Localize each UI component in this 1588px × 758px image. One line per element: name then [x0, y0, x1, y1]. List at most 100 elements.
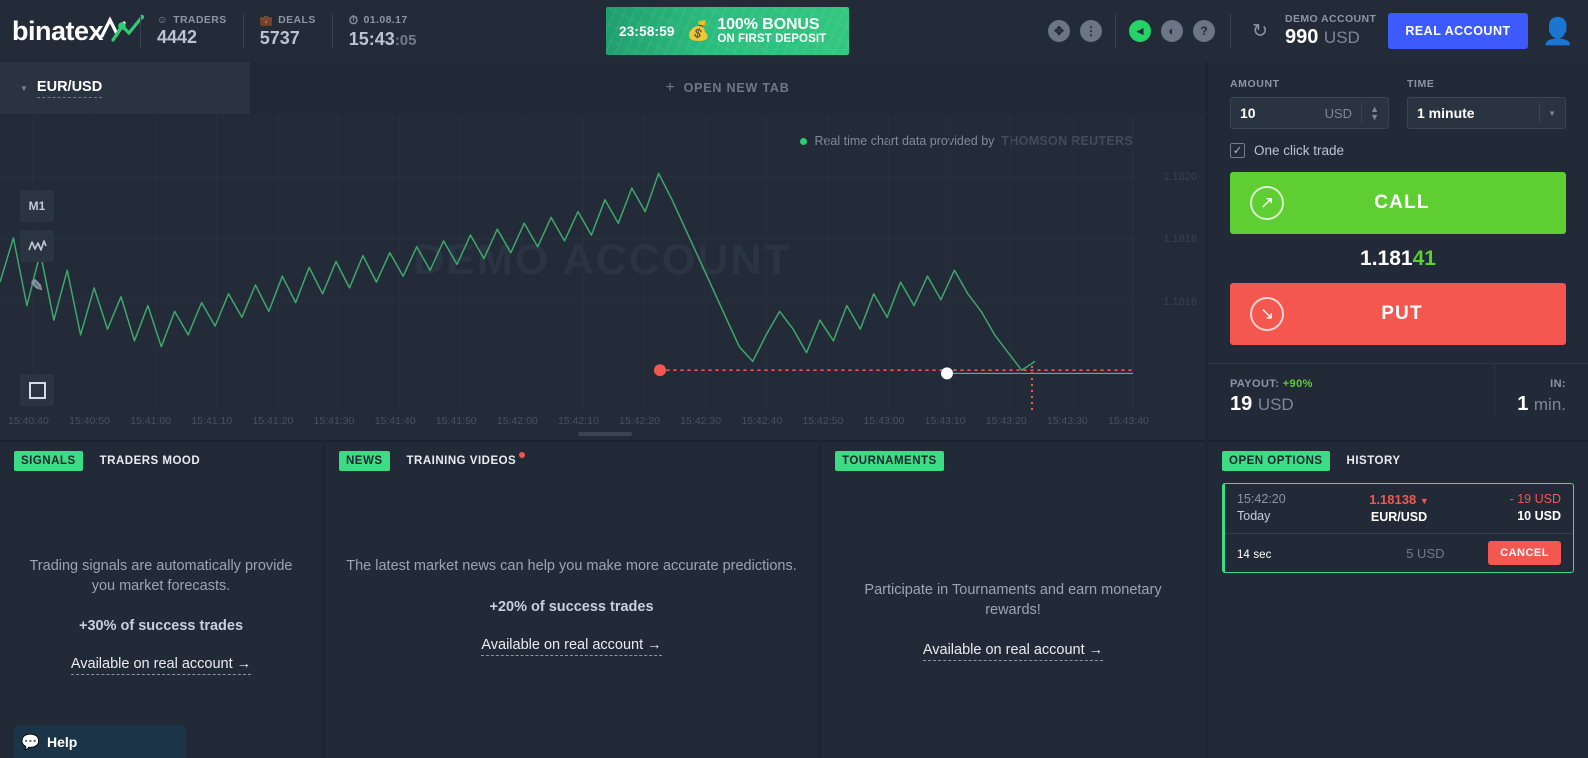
news-panel: NEWS TRAINING VIDEOS The latest market n… [325, 440, 818, 758]
open-new-tab-button[interactable]: + OPEN NEW TAB [250, 62, 1205, 114]
call-label: CALL [1374, 192, 1430, 213]
option-pnl: - 19 USD [1509, 492, 1561, 506]
tab-training-videos[interactable]: TRAINING VIDEOS [400, 451, 526, 471]
help-question-icon[interactable]: ? [1192, 20, 1215, 42]
payout-label: PAYOUT: [1230, 378, 1280, 390]
chart-horizontal-scrollbar[interactable] [578, 432, 632, 436]
x-axis-tick: 15:43:40 [1108, 415, 1149, 427]
amount-stepper[interactable]: ▲ ▼ [1370, 105, 1379, 122]
option-time-cell: 15:42:20 Today [1237, 492, 1345, 524]
real-account-button[interactable]: REAL ACCOUNT [1388, 13, 1528, 49]
tab-history[interactable]: HISTORY [1340, 451, 1408, 471]
x-axis-tick: 15:41:00 [130, 415, 172, 427]
news-upgrade-link[interactable]: Available on real account → [481, 637, 662, 656]
traders-icon: ☺ [157, 14, 169, 26]
timeframe-button[interactable]: M1 [20, 190, 54, 222]
open-option-details: 15:42:20 Today 1.18138 ▼ EUR/USD - 19 US… [1225, 484, 1573, 533]
tab-label: EUR/USD [36, 79, 103, 98]
traders-label: TRADERS [173, 14, 227, 26]
divider [1229, 14, 1231, 48]
banner-line1: 100% BONUS [717, 16, 820, 34]
brand-logo[interactable]: binatex [0, 14, 145, 49]
call-button[interactable]: ↗ CALL [1230, 172, 1566, 234]
expiry-time-select[interactable]: 1 minute ▼ [1407, 97, 1566, 129]
top-bar: binatex ☺ TRADERS 4442 💼 DEALS 5737 ⏱ 01… [0, 0, 1588, 62]
banner-line2: ON FIRST DEPOSIT [717, 33, 827, 46]
price-chart[interactable]: Real time chart data provided by THOMSON… [0, 114, 1205, 440]
tab-open-options[interactable]: OPEN OPTIONS [1222, 451, 1330, 471]
trade-inputs: AMOUNT 10 USD ▲ ▼ TIME 1 minute ▼ [1208, 62, 1588, 129]
contrast-icon[interactable]: ◐ [1160, 20, 1183, 42]
arrow-up-right-icon: ↗ [1250, 186, 1284, 220]
tab-tournaments[interactable]: TOURNAMENTS [835, 451, 944, 471]
promo-banner[interactable]: 23:58:59 💰 100% BONUS ON FIRST DEPOSIT [606, 7, 849, 55]
arrow-down-right-icon: ↘ [1250, 297, 1284, 331]
news-body: The latest market news can help you make… [325, 557, 818, 656]
divider [1539, 103, 1541, 123]
option-sell-value: 5 USD [1406, 545, 1445, 561]
x-axis-tick: 15:43:30 [1046, 415, 1088, 427]
fullscreen-square-icon[interactable] [20, 374, 54, 406]
chart-type-icon[interactable] [20, 230, 54, 262]
chart-y-axis: 1.1820 1.1818 1.1816 [1133, 114, 1205, 440]
chevron-down-icon: ▼ [20, 83, 28, 93]
fullscreen-icon[interactable]: ✥ [1047, 20, 1070, 42]
x-axis-tick: 15:41:50 [435, 415, 477, 427]
one-click-trade-checkbox[interactable]: ✓ [1230, 143, 1245, 158]
option-amount: 10 USD [1517, 509, 1561, 523]
tournaments-upgrade-link[interactable]: Available on real account → [922, 642, 1104, 662]
x-axis-tick: 15:42:20 [619, 415, 660, 427]
tournaments-tabs: TOURNAMENTS [821, 442, 1205, 471]
amount-input[interactable]: 10 USD ▲ ▼ [1230, 97, 1389, 129]
y-axis-tick: 1.1820 [1163, 171, 1197, 183]
put-button[interactable]: ↘ PUT [1230, 283, 1566, 345]
one-click-trade-label: One click trade [1254, 143, 1345, 158]
user-avatar-icon[interactable]: 👤 [1542, 16, 1574, 47]
clock-icon: ⏱ [348, 12, 359, 27]
time-label: TIME [1407, 78, 1435, 90]
time-field-group: TIME 1 minute ▼ [1407, 78, 1566, 129]
payout-currency: USD [1257, 395, 1294, 414]
remaining-value: 14 [1237, 548, 1250, 561]
tab-signals[interactable]: SIGNALS [14, 451, 83, 471]
payout-value: 19 [1230, 393, 1253, 415]
tab-traders-mood[interactable]: TRADERS MOOD [93, 451, 208, 471]
help-label: Help [47, 733, 78, 750]
price-tail: 41 [1412, 247, 1436, 270]
one-click-trade-row[interactable]: ✓ One click trade [1208, 129, 1588, 172]
refresh-balance-icon[interactable]: ↻ [1247, 18, 1273, 44]
in-label: IN: [1550, 378, 1566, 390]
open-option-actions: 14 sec 5 USD CANCEL [1225, 533, 1573, 572]
banner-text: 100% BONUS ON FIRST DEPOSIT [717, 16, 826, 46]
time-hm: 15:43 [348, 28, 395, 49]
tab-news[interactable]: NEWS [339, 451, 390, 471]
payout-cell: PAYOUT: +90% 19 USD [1208, 364, 1335, 416]
money-bag-icon: 💰 [686, 21, 711, 42]
payout-percent: +90% [1282, 378, 1313, 390]
option-pair: EUR/USD [1370, 510, 1428, 524]
open-option-row[interactable]: 15:42:20 Today 1.18138 ▼ EUR/USD - 19 US… [1222, 483, 1574, 573]
option-time: 15:42:20 [1237, 492, 1286, 506]
y-axis-tick: 1.1816 [1163, 296, 1197, 308]
settings-sliders-icon[interactable]: ⋮ [1079, 20, 1102, 42]
balance-currency: USD [1323, 27, 1360, 47]
options-tabs: OPEN OPTIONS HISTORY [1208, 442, 1588, 471]
help-button[interactable]: 💬 Help [14, 725, 186, 758]
tournaments-panel: TOURNAMENTS Participate in Tournaments a… [821, 440, 1205, 758]
draw-pencil-icon[interactable]: ✎ [20, 270, 54, 302]
news-success-rate: +20% of success trades [489, 598, 654, 615]
tab-eurusd[interactable]: ▼ EUR/USD [0, 62, 250, 114]
chart-left-toolbar: M1 ✎ [20, 190, 54, 310]
trade-summary: PAYOUT: +90% 19 USD IN: 1 min. [1208, 363, 1588, 416]
deals-icon: 💼 [259, 14, 274, 27]
time-value: 1 minute [1417, 105, 1475, 121]
option-price-cell: 1.18138 ▼ EUR/USD [1345, 492, 1453, 524]
sound-on-icon[interactable]: ◄ [1128, 20, 1151, 42]
signals-upgrade-link[interactable]: Available on real account → [70, 656, 252, 676]
option-pnl-cell: - 19 USD 10 USD [1453, 492, 1561, 524]
cancel-option-button[interactable]: CANCEL [1488, 541, 1561, 565]
x-axis-tick: 15:42:40 [741, 415, 783, 427]
chat-bubble-icon: 💬 [21, 733, 40, 751]
deals-label: DEALS [278, 14, 316, 26]
option-strike-price: 1.18138 [1369, 492, 1417, 507]
